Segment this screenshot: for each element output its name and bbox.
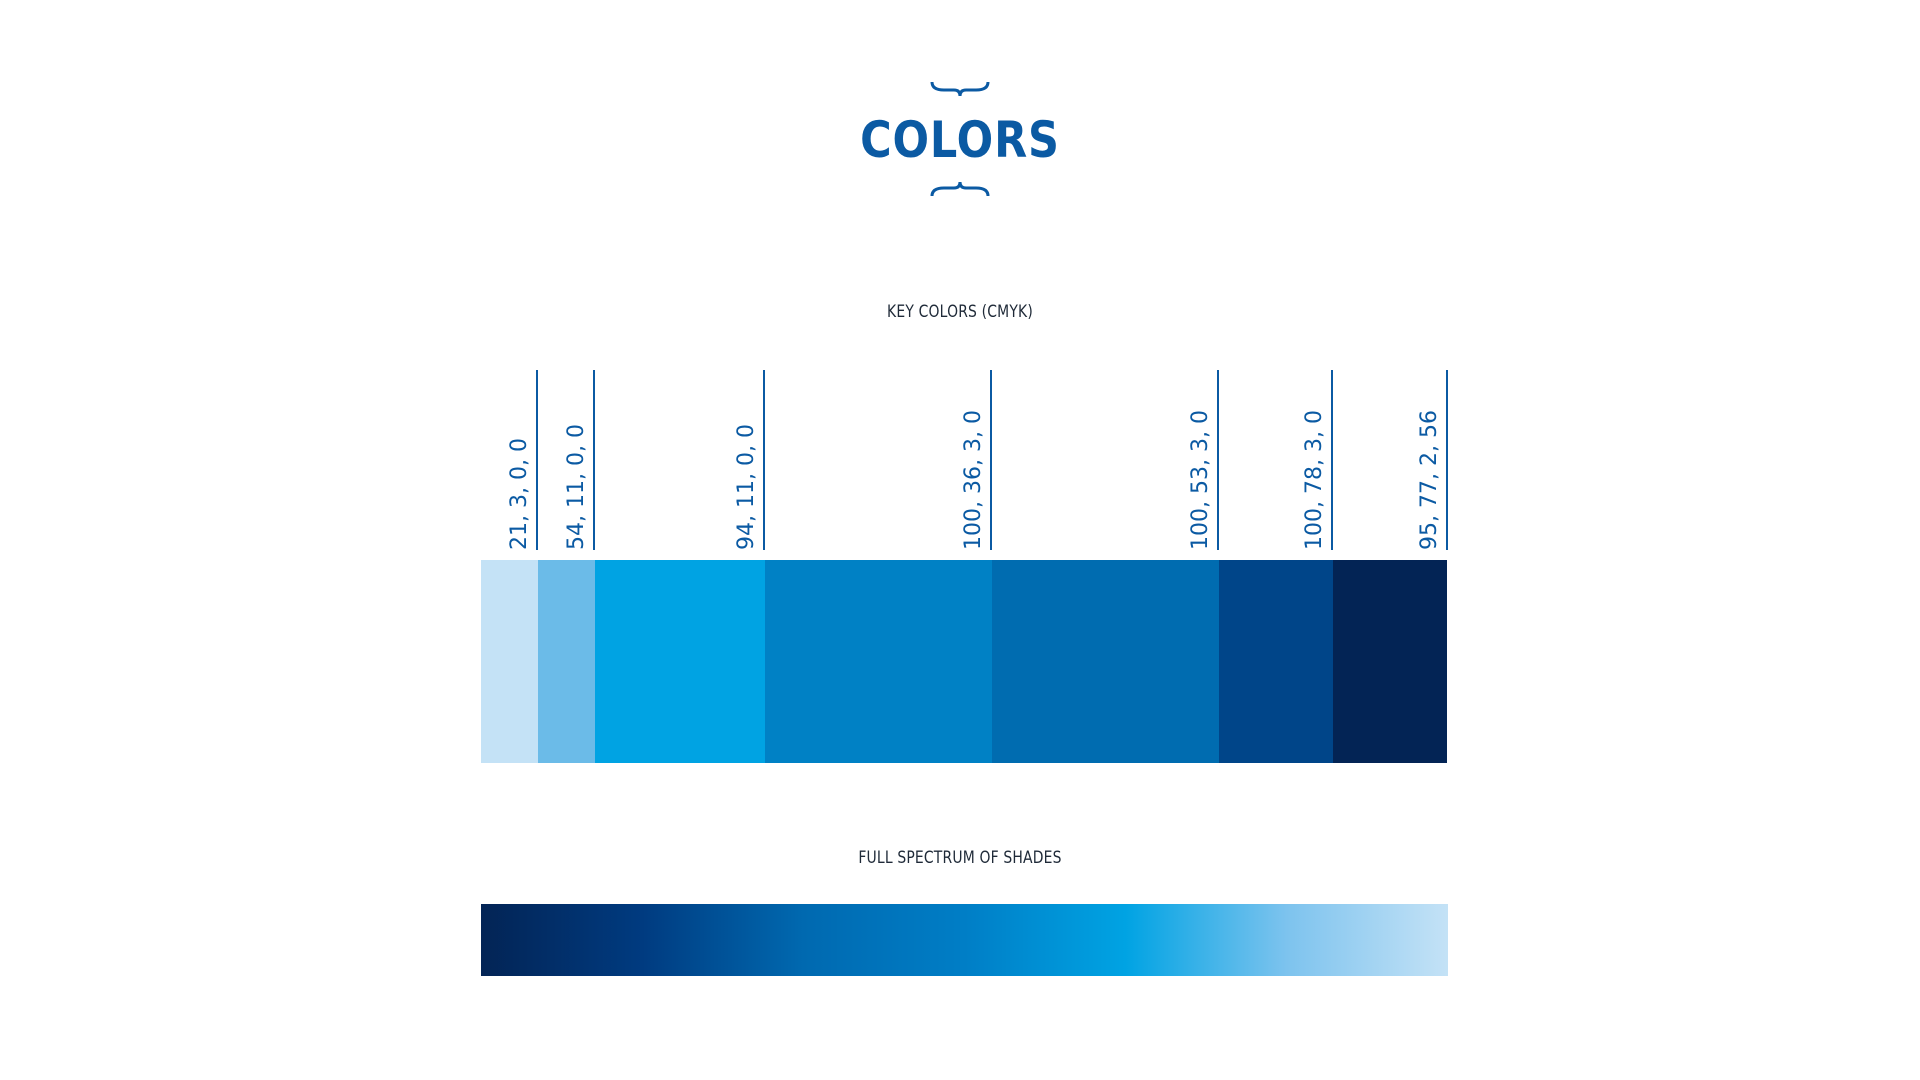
cmyk-code-label: 54, 11, 0, 0 xyxy=(564,424,589,550)
color-swatch xyxy=(992,560,1219,763)
cmyk-code-label: 100, 36, 3, 0 xyxy=(961,410,986,550)
cmyk-code-label: 94, 11, 0, 0 xyxy=(734,424,759,550)
color-swatch xyxy=(1333,560,1447,763)
color-swatch xyxy=(595,560,765,763)
color-swatch xyxy=(1219,560,1333,763)
cmyk-code-label: 100, 53, 3, 0 xyxy=(1188,410,1213,550)
swatch-divider-line xyxy=(1217,370,1219,550)
cmyk-code-label: 21, 3, 0, 0 xyxy=(507,438,532,550)
title-block: COLORS xyxy=(0,80,1920,198)
spectrum-gradient-bar xyxy=(481,904,1448,976)
swatch-divider-line xyxy=(593,370,595,550)
swatch-divider-line xyxy=(990,370,992,550)
swatch-divider-line xyxy=(763,370,765,550)
page-title: COLORS xyxy=(860,111,1060,169)
key-colors-palette: 21, 3, 0, 0 54, 11, 0, 0 94, 11, 0, 0 100, … xyxy=(481,370,1448,763)
cmyk-code-label: 95, 77, 2, 56 xyxy=(1417,410,1442,550)
color-guide-page: COLORS KEY COLORS (CMYK) 21, 3, 0, 0 54, … xyxy=(0,0,1920,1080)
swatch-divider-line xyxy=(536,370,538,550)
swatch-row xyxy=(481,560,1448,763)
spectrum-heading: FULL SPECTRUM OF SHADES xyxy=(858,848,1062,868)
color-swatch xyxy=(538,560,595,763)
color-swatch xyxy=(765,560,992,763)
key-colors-heading: KEY COLORS (CMYK) xyxy=(887,302,1033,322)
swatch-divider-line xyxy=(1331,370,1333,550)
cmyk-code-label: 100, 78, 3, 0 xyxy=(1302,410,1327,550)
bottom-brace-ornament xyxy=(930,181,990,197)
swatch-divider-line xyxy=(1446,370,1448,550)
top-brace-ornament xyxy=(930,81,990,97)
color-swatch xyxy=(481,560,538,763)
